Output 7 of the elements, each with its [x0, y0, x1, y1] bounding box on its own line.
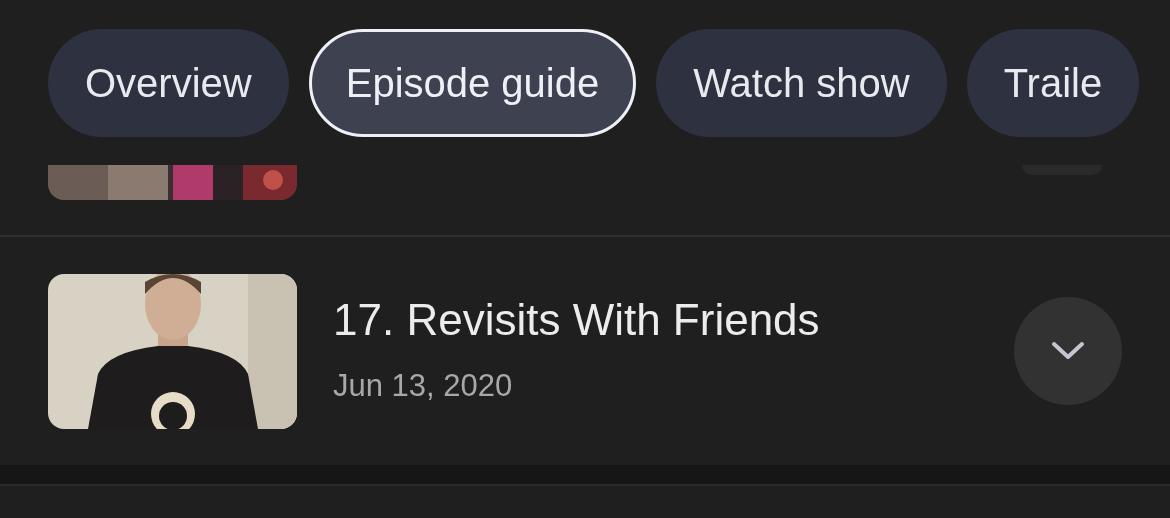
tab[interactable]: Traile — [966, 28, 1140, 137]
tab[interactable]: Overview — [48, 28, 289, 137]
chevron-down-icon — [1050, 340, 1086, 362]
episode-title: 17. Revisits With Friends — [333, 294, 821, 347]
tab[interactable]: Episode guide — [308, 28, 637, 137]
episode-date: Jun 13, 2020 — [333, 367, 514, 406]
tab[interactable]: Watch show — [656, 28, 947, 137]
